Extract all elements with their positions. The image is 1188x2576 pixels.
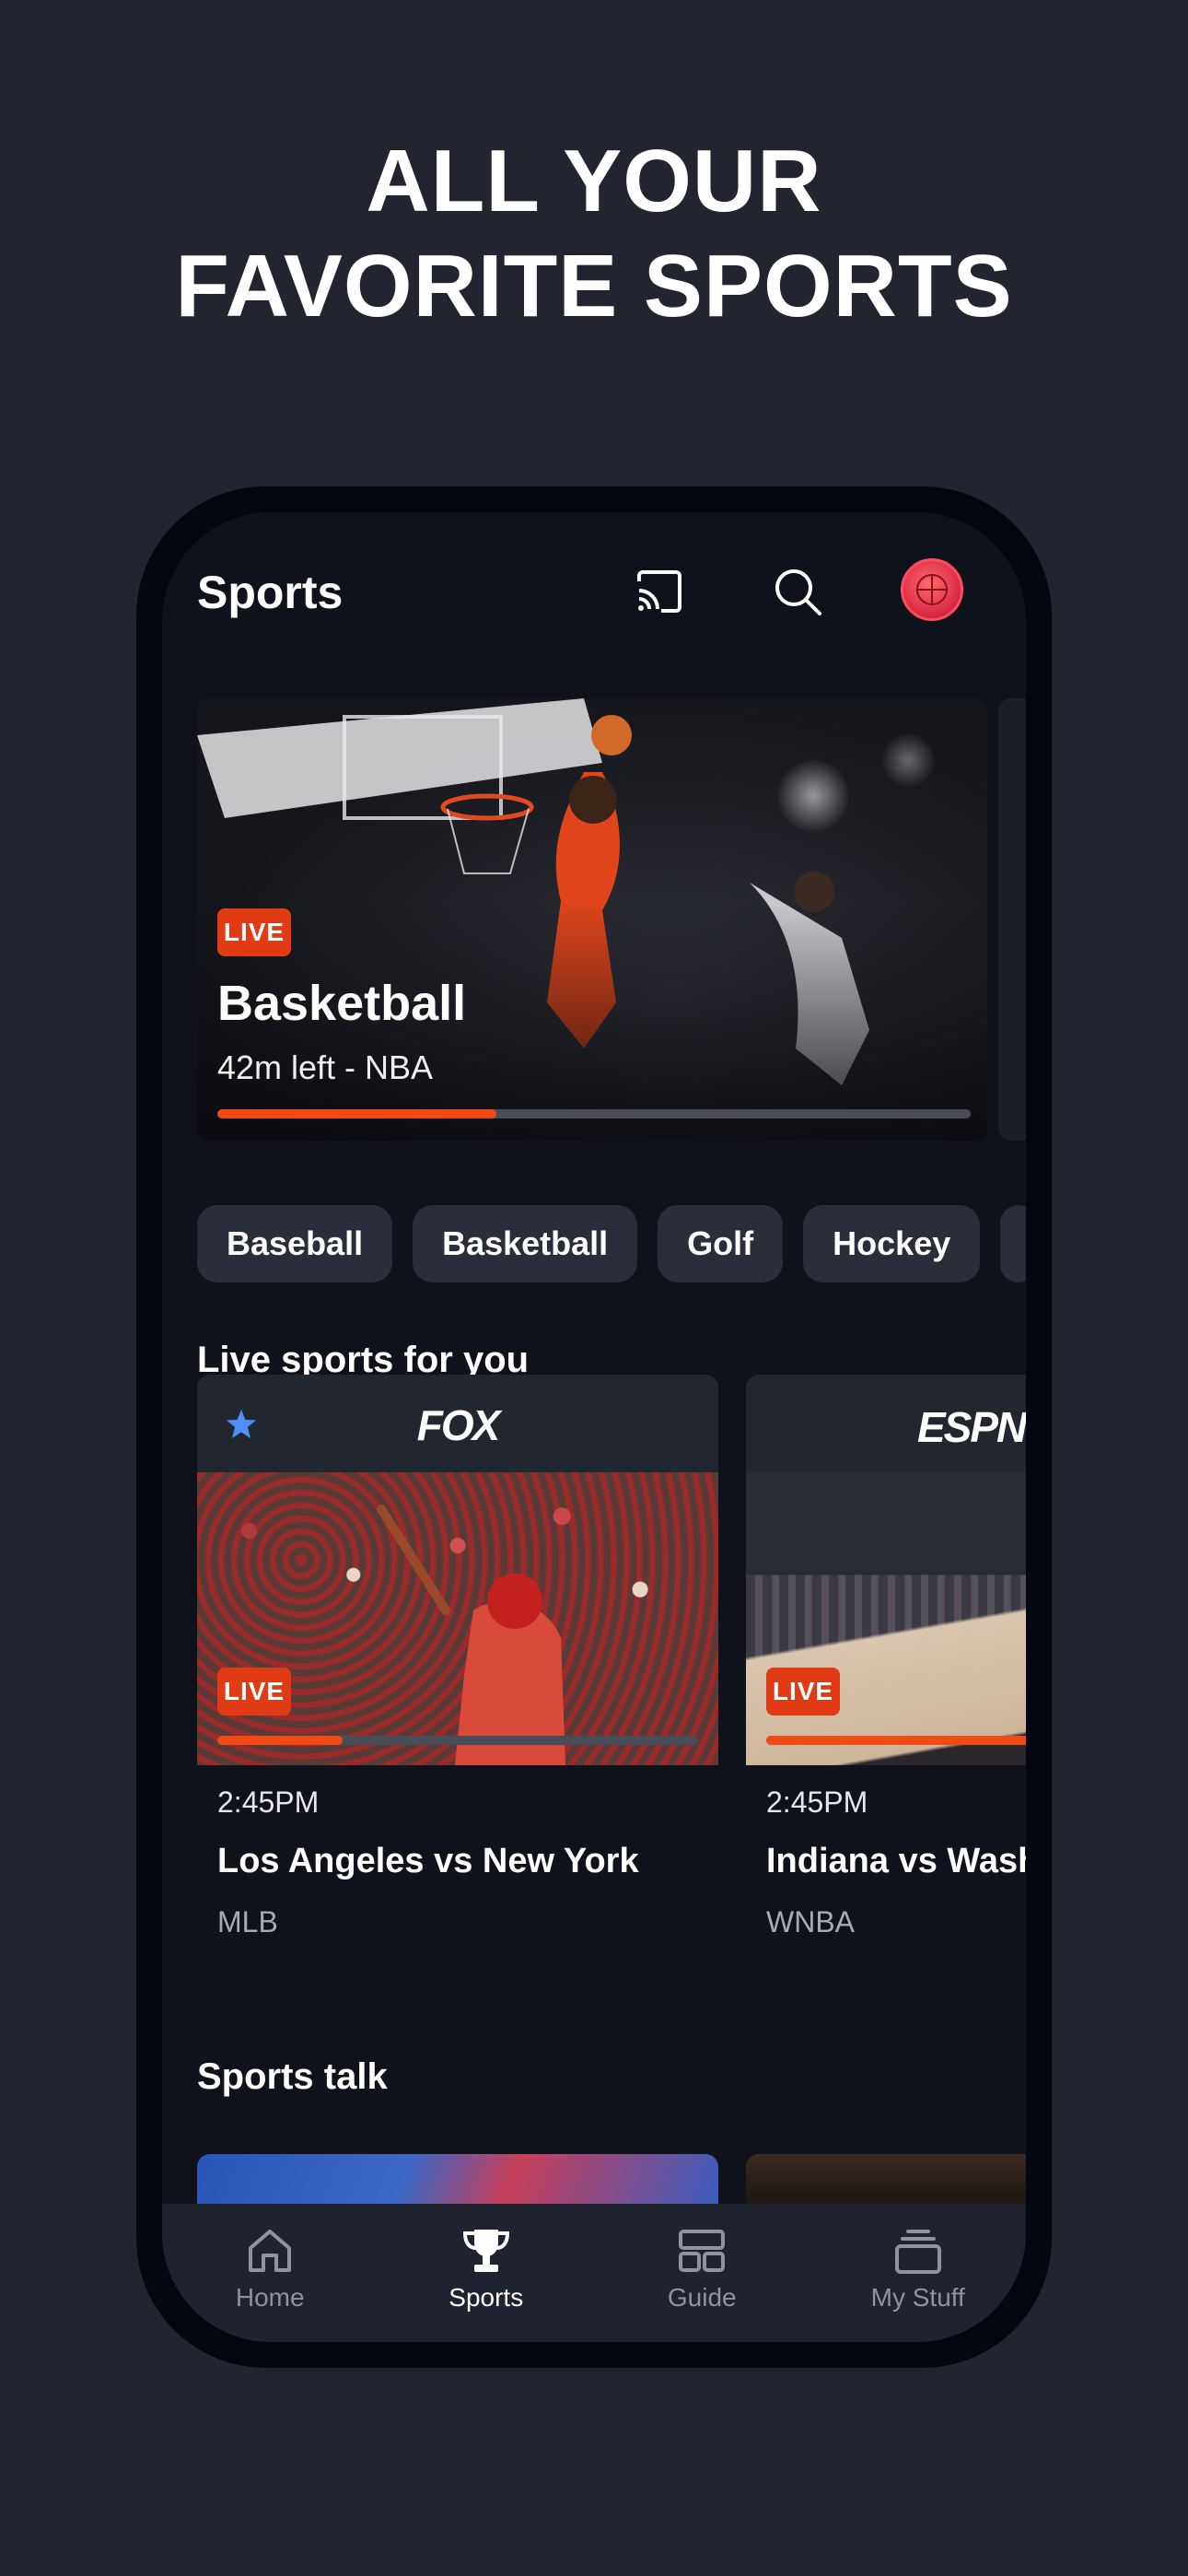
- talk-card-1[interactable]: [197, 2154, 718, 2209]
- cast-icon[interactable]: [632, 564, 687, 619]
- headline-line-1: ALL YOUR: [366, 132, 822, 230]
- sport-filter-chips: Baseball Basketball Golf Hockey: [197, 1205, 1026, 1282]
- stack-icon: [894, 2230, 941, 2274]
- card-network-bar: ESPN: [746, 1375, 1026, 1472]
- network-logo: FOX: [416, 1401, 501, 1449]
- card-progress-bar: [766, 1736, 1026, 1745]
- home-icon: [249, 2230, 292, 2272]
- nav-sports[interactable]: Sports: [379, 2204, 595, 2342]
- hero-live-card[interactable]: LIVE Basketball 42m left - NBA: [197, 698, 987, 1141]
- nav-sports-label: Sports: [448, 2283, 524, 2312]
- live-badge: LIVE: [766, 1668, 840, 1715]
- card-progress-fill: [217, 1736, 343, 1745]
- nav-home[interactable]: Home: [162, 2204, 379, 2342]
- basketball-avatar-icon: [916, 574, 948, 605]
- card-network-bar: FOX: [197, 1375, 718, 1472]
- app-store-screenshot: ALL YOUR FAVORITE SPORTS Sports LIVE Bas…: [0, 0, 1188, 2576]
- chip-next[interactable]: [1000, 1205, 1026, 1282]
- card-title: Los Angeles vs New York: [217, 1842, 639, 1880]
- chip-golf[interactable]: Golf: [658, 1205, 784, 1282]
- page-title: Sports: [197, 567, 344, 618]
- card-time: 2:45PM: [217, 1786, 320, 1819]
- nav-guide-label: Guide: [667, 2283, 737, 2312]
- nav-my-stuff[interactable]: My Stuff: [810, 2204, 1027, 2342]
- nav-home-label: Home: [235, 2283, 305, 2312]
- card-progress-bar: [217, 1736, 698, 1745]
- network-logo: ESPN: [917, 1403, 1026, 1451]
- search-icon[interactable]: [770, 564, 825, 619]
- nav-my-stuff-label: My Stuff: [870, 2283, 965, 2312]
- live-card-fox[interactable]: FOX LIVE 2:45PM Los Angeles vs New York …: [197, 1375, 718, 1939]
- card-league: MLB: [217, 1905, 278, 1938]
- hero-subtitle: 42m left - NBA: [217, 1048, 434, 1086]
- card-time: 2:45PM: [766, 1786, 868, 1819]
- trophy-icon: [462, 2230, 509, 2272]
- talk-section-title: Sports talk: [197, 2056, 388, 2097]
- profile-avatar[interactable]: [901, 558, 963, 621]
- live-card-espn[interactable]: ESPN LIVE 2:45PM Indiana vs Wash WNBA: [746, 1375, 1026, 1939]
- hero-title: Basketball: [217, 976, 467, 1031]
- baseball-image: [377, 1505, 565, 1765]
- card-title: Indiana vs Wash: [766, 1842, 1026, 1880]
- promo-headline: ALL YOUR FAVORITE SPORTS: [0, 129, 1188, 339]
- chip-hockey[interactable]: Hockey: [803, 1205, 981, 1282]
- chip-baseball[interactable]: Baseball: [197, 1205, 393, 1282]
- next-hero-card[interactable]: [998, 698, 1026, 1141]
- card-progress-fill: [766, 1736, 1026, 1745]
- guide-icon: [679, 2230, 726, 2272]
- talk-card-2[interactable]: [746, 2154, 1026, 2209]
- chip-basketball[interactable]: Basketball: [413, 1205, 638, 1282]
- phone-frame: Sports LIVE Basketball 42m left - NBA Ba…: [136, 486, 1052, 2368]
- card-thumbnail: LIVE: [746, 1472, 1026, 1765]
- card-thumbnail: LIVE: [197, 1472, 718, 1765]
- nav-guide[interactable]: Guide: [594, 2204, 810, 2342]
- live-badge: LIVE: [217, 1668, 291, 1715]
- hero-progress-fill: [217, 1109, 496, 1118]
- headline-line-2: FAVORITE SPORTS: [175, 237, 1013, 335]
- card-league: WNBA: [766, 1905, 855, 1938]
- live-badge: LIVE: [217, 908, 291, 956]
- bottom-navigation: Home Sports Guide My Stuff: [162, 2204, 1026, 2342]
- phone-screen: Sports LIVE Basketball 42m left - NBA Ba…: [162, 512, 1026, 2342]
- hero-progress-bar: [217, 1109, 971, 1118]
